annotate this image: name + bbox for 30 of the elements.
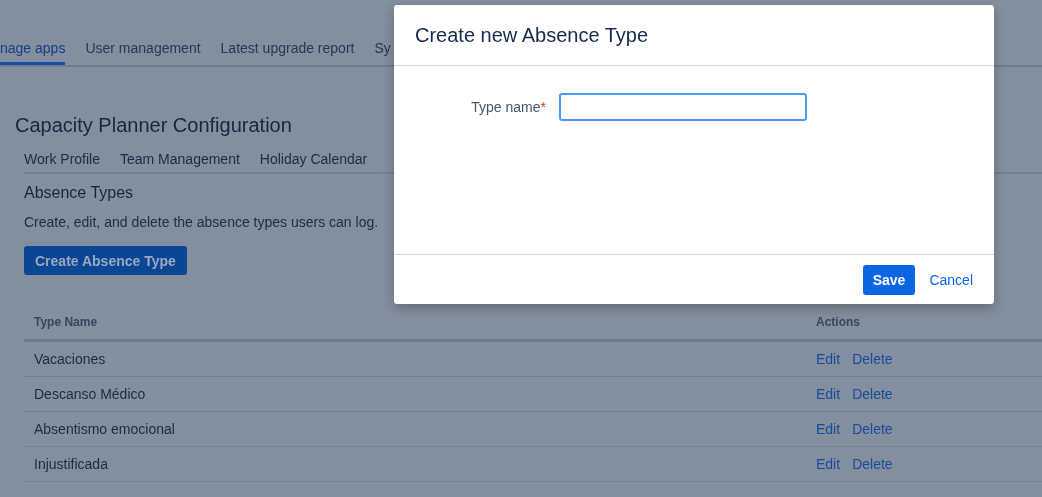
config-tab[interactable]: Holiday Calendar: [259, 151, 368, 167]
save-button[interactable]: Save: [862, 264, 916, 295]
config-tab[interactable]: Work Profile: [24, 151, 100, 167]
dialog-title: Create new Absence Type: [415, 23, 649, 47]
action-link[interactable]: Delete: [852, 421, 893, 437]
section-description: Create, edit, and delete the absence types users can log.: [24, 214, 380, 230]
table-cell-text: Absentismo emocional: [34, 421, 176, 437]
page-title: Capacity Planner Configuration: [15, 113, 293, 137]
action-link[interactable]: Edit: [816, 386, 841, 402]
action-link[interactable]: Edit: [816, 421, 841, 437]
action-link[interactable]: Delete: [852, 456, 893, 472]
action-link[interactable]: Edit: [816, 456, 841, 472]
cancel-link[interactable]: Cancel: [929, 271, 973, 288]
nav-tab[interactable]: Sy: [374, 40, 391, 65]
input-field[interactable]: [559, 93, 807, 121]
nav-tab[interactable]: User management: [85, 40, 201, 65]
nav-tab[interactable]: nage apps: [0, 40, 66, 65]
action-link[interactable]: Delete: [852, 386, 893, 402]
field-label: Type name*: [470, 98, 546, 115]
action-link[interactable]: Edit: [816, 351, 841, 367]
table-cell-text: Injustificada: [34, 456, 109, 472]
create-button[interactable]: Create Absence Type: [24, 246, 187, 275]
column-header: Actions: [816, 315, 860, 329]
nav-tab[interactable]: Latest upgrade report: [220, 40, 355, 65]
action-link[interactable]: Delete: [852, 351, 893, 367]
config-tab[interactable]: Team Management: [120, 151, 240, 167]
table-cell-text: Vacaciones: [34, 351, 107, 367]
table-cell-text: Descanso Médico: [34, 386, 147, 402]
section-title: Absence Types: [24, 184, 135, 202]
column-header: Type Name: [34, 315, 99, 329]
